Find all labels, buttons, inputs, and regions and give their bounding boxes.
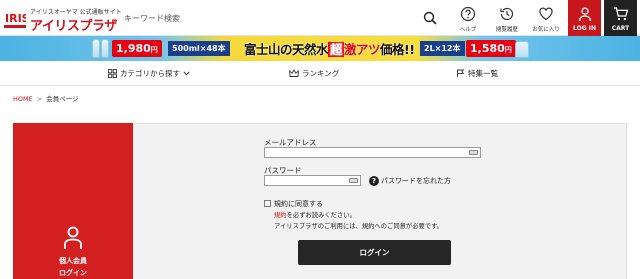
iris-logo-icon: IRIS	[4, 5, 26, 31]
agree-label: 規約に同意する	[274, 200, 323, 208]
help-label: ヘルプ	[459, 27, 477, 33]
nav-features[interactable]: 特集一覧	[456, 61, 498, 86]
search-icon	[423, 11, 437, 25]
banner-price-left: 1,980円	[112, 40, 162, 57]
banner-price-right: 1,580円	[466, 40, 516, 57]
question-icon	[460, 6, 476, 22]
category-icon	[108, 69, 117, 78]
terms-requirement-note: アイリスプラザのご利用には、規約へのご同意が必要です。	[274, 223, 444, 230]
history-link[interactable]: 閲覧履歴	[490, 0, 524, 36]
water-bottle-icon	[92, 39, 100, 58]
terms-link[interactable]: 規約	[274, 212, 287, 219]
member-login-line1: 個人会員	[59, 257, 87, 265]
logo-title: アイリスプラザ	[30, 19, 117, 34]
search-input[interactable]	[115, 4, 405, 32]
nav-category[interactable]: カテゴリから探す	[108, 61, 190, 86]
feature-icon	[457, 69, 465, 78]
heart-icon	[539, 7, 553, 21]
password-field-wrapper	[264, 175, 361, 194]
chevron-down-icon	[183, 71, 190, 76]
nav-features-label: 特集一覧	[468, 69, 498, 78]
history-icon	[500, 7, 514, 21]
question-icon: ?	[369, 176, 379, 186]
site-header: IRIS アイリスオーヤマ 公式通販サイト アイリスプラザ ヘルプ 閲覧履歴	[0, 0, 640, 36]
cart-icon	[613, 7, 628, 21]
breadcrumb-home[interactable]: HOME	[13, 95, 33, 103]
water-bottle-icon	[101, 39, 109, 58]
search-button[interactable]	[420, 8, 440, 28]
cart-link[interactable]: CART	[604, 0, 637, 36]
agree-checkbox[interactable]	[264, 200, 271, 207]
member-login-line2: ログイン	[59, 269, 87, 277]
person-icon	[64, 226, 82, 249]
category-nav: カテゴリから探す ランキング 特集一覧	[0, 61, 640, 86]
water-bottle-2l-icon	[515, 41, 529, 58]
site-logo[interactable]: IRIS アイリスオーヤマ 公式通販サイト アイリスプラザ	[4, 3, 122, 34]
terms-note: 規約を必ずお読みください。	[274, 210, 356, 219]
history-label: 閲覧履歴	[495, 27, 518, 33]
keyboard-icon	[349, 178, 358, 183]
terms-note-text: を必ずお読みください。	[286, 212, 356, 219]
favorites-link[interactable]: お気に入り	[529, 0, 563, 36]
user-icon	[578, 7, 591, 22]
crown-icon	[289, 69, 299, 77]
email-field-wrapper	[264, 147, 481, 166]
svg-text:IRIS: IRIS	[5, 12, 26, 25]
nav-category-label: カテゴリから探す	[120, 69, 180, 78]
login-label: LOG IN	[573, 25, 596, 32]
breadcrumb-separator: >	[36, 95, 43, 103]
forgot-password-label: パスワードを忘れた方	[381, 177, 451, 185]
forgot-password-link[interactable]: ? パスワードを忘れた方	[369, 176, 451, 186]
banner-title: 富士山の天然水超激アツ価格!!	[244, 42, 415, 57]
favorites-label: お気に入り	[532, 27, 560, 33]
keyboard-icon	[469, 150, 478, 155]
banner-spec-right: 2L×12本	[420, 41, 465, 56]
password-field[interactable]	[265, 184, 360, 194]
nav-ranking-label: ランキング	[302, 69, 340, 78]
member-login-badge: 個人会員 ログイン	[13, 123, 133, 279]
help-link[interactable]: ヘルプ	[451, 0, 485, 36]
cart-label: CART	[611, 25, 630, 32]
banner-spec-left: 500ml×48本	[168, 41, 230, 56]
search-bar	[115, 4, 440, 32]
login-link[interactable]: LOG IN	[568, 0, 601, 36]
breadcrumb-current: 会員ページ	[46, 95, 79, 103]
breadcrumb: HOME > 会員ページ	[13, 93, 79, 103]
nav-ranking[interactable]: ランキング	[289, 61, 339, 86]
promo-banner[interactable]: 1,980円 500ml×48本 富士山の天然水超激アツ価格!! 2L×12本 …	[0, 36, 640, 61]
login-button[interactable]: ログイン	[298, 240, 451, 265]
